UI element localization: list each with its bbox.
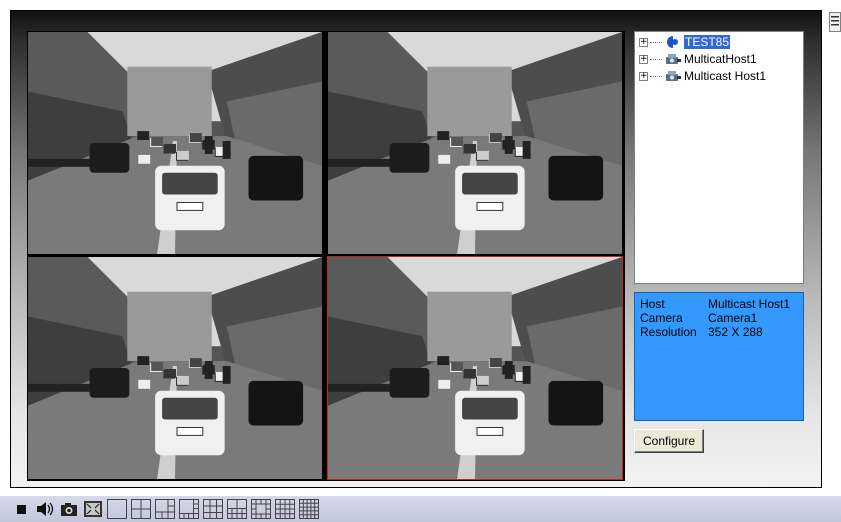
video-surveillance-frame: + TEST85 + MulticatHost1 + Multicast Hos… [10,10,822,488]
layout-1-icon [107,499,127,519]
layout-13-icon [251,499,271,519]
info-value: Camera1 [708,311,758,325]
tree-node-test85[interactable]: + TEST85 [639,34,731,50]
video-tile-4[interactable] [327,256,623,480]
video-tile-3[interactable] [27,256,323,480]
configure-button[interactable]: Configure [634,429,704,453]
layout-13-button[interactable] [250,498,272,520]
expand-icon[interactable]: + [639,37,648,47]
stop-button[interactable] [10,498,32,520]
video-grid [27,31,625,481]
info-value: 352 X 288 [708,325,763,339]
info-key: Resolution [640,325,697,339]
layout-4-button[interactable] [130,498,152,520]
video-feed [28,32,322,254]
layout-25-button[interactable] [298,498,320,520]
view-toolbar [0,496,841,522]
layout-10-icon [227,499,247,519]
video-feed [28,257,322,479]
fullscreen-icon [84,501,102,517]
snapshot-icon [61,503,77,516]
info-value: Multicast Host1 [708,297,791,311]
layout-25-icon [299,499,319,519]
server-globe-icon [667,36,679,48]
device-tree: + TEST85 + MulticatHost1 + Multicast Hos… [634,31,804,284]
layout-8-icon [179,499,199,519]
host-camera-icon [666,71,681,81]
info-row-resolution: Resolution 352 X 288 [640,325,798,339]
list-view-icon[interactable] [829,12,841,32]
layout-6-icon [155,499,175,519]
layout-8-button[interactable] [178,498,200,520]
layout-6-button[interactable] [154,498,176,520]
speaker-icon [37,502,54,516]
audio-button[interactable] [34,498,56,520]
stop-icon [17,505,26,514]
video-tile-2[interactable] [327,31,623,255]
layout-10-button[interactable] [226,498,248,520]
layout-16-icon [275,499,295,519]
tree-node-label: MulticatHost1 [684,52,757,66]
tree-node-label: Multicast Host1 [684,69,767,83]
video-feed [328,32,622,254]
video-feed [328,257,622,479]
snapshot-button[interactable] [58,498,80,520]
layout-9-button[interactable] [202,498,224,520]
host-camera-icon [666,54,681,64]
layout-16-button[interactable] [274,498,296,520]
info-key: Camera [640,311,683,325]
video-tile-1[interactable] [27,31,323,255]
info-row-host: Host Multicast Host1 [640,297,798,311]
expand-icon[interactable]: + [639,71,648,81]
info-row-camera: Camera Camera1 [640,311,798,325]
fullscreen-button[interactable] [82,498,104,520]
layout-9-icon [203,499,223,519]
expand-icon[interactable]: + [639,54,648,64]
tree-node-multicast-host1[interactable]: + Multicast Host1 [639,68,766,84]
layout-4-icon [131,499,151,519]
layout-1-button[interactable] [106,498,128,520]
tree-node-label: TEST85 [684,35,731,49]
tree-node-multicathost1[interactable]: + MulticatHost1 [639,51,757,67]
camera-info-panel: Host Multicast Host1 Camera Camera1 Reso… [634,292,804,421]
info-key: Host [640,297,665,311]
